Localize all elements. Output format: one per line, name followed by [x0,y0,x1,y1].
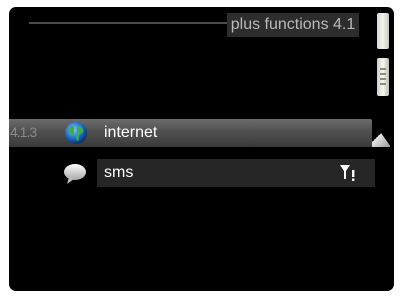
page-curl-corner [372,119,390,147]
menu-item-number: 4.1.3 [10,124,37,140]
scrollbar-thumb[interactable] [377,58,389,96]
signal-warning-icon [339,163,357,183]
scrollbar-grip [380,83,386,85]
scrollbar-grip [380,73,386,75]
scrollbar-grip [380,68,386,70]
scrollbar[interactable] [377,13,389,97]
page-title: plus functions 4.1 [227,13,359,37]
menu-item-label: sms [104,164,134,181]
display-screen: plus functions 4.1 4.1.3 internet sms [9,7,394,291]
scrollbar-grip [380,78,386,80]
scrollbar-track [377,13,389,49]
menu-item-label: internet [104,124,158,141]
menu-item-internet[interactable]: 4.1.3 internet [9,119,391,147]
chat-bubble-icon [62,162,88,186]
menu-item-sms[interactable]: sms [97,159,375,187]
header-divider [29,22,235,24]
globe-icon [64,121,88,145]
